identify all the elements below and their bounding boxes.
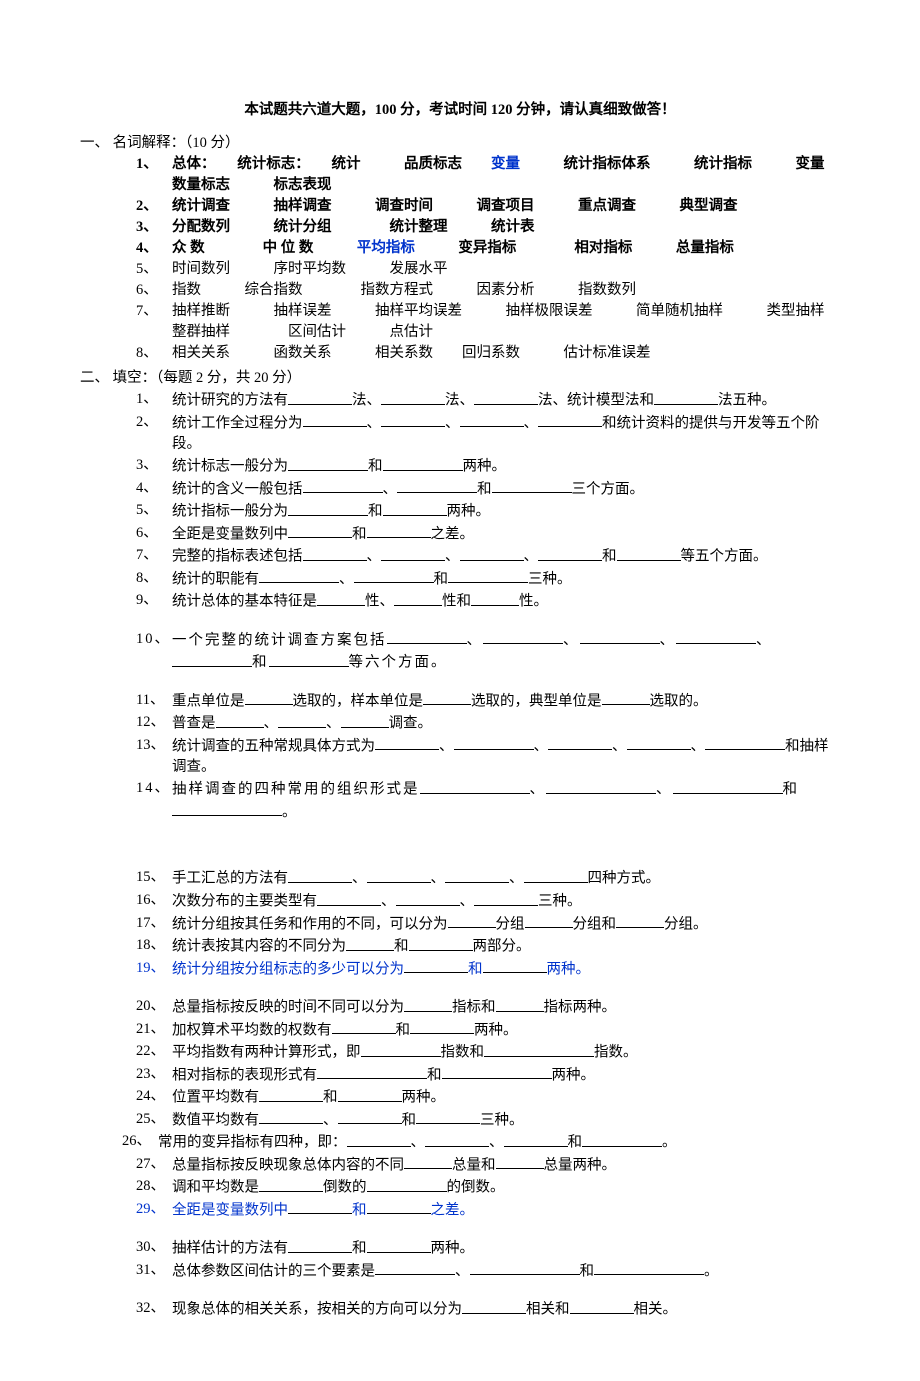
list-item: 22、平均指数有两种计算形式，即指数和指数。 [80, 1041, 840, 1064]
list-item: 31、总体参数区间估计的三个要素是、和。 [80, 1260, 840, 1283]
list-item: 15、手工汇总的方法有、、、四种方式。 [80, 867, 840, 890]
list-item: 24、位置平均数有和两种。 [80, 1086, 840, 1109]
list-item: 7、完整的指标表述包括、、、和等五个方面。 [80, 545, 840, 568]
term-bianliang: 变量 [491, 156, 520, 172]
list-item: 8、相关关系 函数关系 相关系数 回归系数 估计标准误差 [80, 343, 840, 364]
list-item: 5、时间数列 序时平均数 发展水平 [80, 259, 840, 280]
list-item: 12、普查是、、调查。 [80, 712, 840, 735]
list-item: 9、统计总体的基本特征是性、性和性。 [80, 590, 840, 613]
term-pingjun: 平均指标 [357, 240, 415, 256]
list-item: 1、统计研究的方法有法、法、法、统计模型法和法五种。 [80, 389, 840, 412]
list-item: 6、指数 综合指数 指数方程式 因素分析 指数数列 [80, 280, 840, 301]
list-item: 26、常用的变异指标有四种，即：、、和。 [80, 1131, 840, 1154]
list-item: 8、统计的职能有、和三种。 [80, 568, 840, 591]
list-item: 14、抽样调查的四种常用的组织形式是、、和。 [80, 778, 840, 823]
exam-title: 本试题共六道大题，100 分，考试时间 120 分钟，请认真细致做答！ [80, 100, 840, 121]
list-item: 3、统计标志一般分为和两种。 [80, 455, 840, 478]
list-item: 30、抽样估计的方法有和两种。 [80, 1237, 840, 1260]
list-item: 29、全距是变量数列中和之差。 [80, 1199, 840, 1222]
list-item: 21、加权算术平均数的权数有和两种。 [80, 1019, 840, 1042]
list-item: 5、统计指标一般分为和两种。 [80, 500, 840, 523]
list-item: 11、重点单位是选取的，样本单位是选取的，典型单位是选取的。 [80, 690, 840, 713]
list-item: 20、总量指标按反映的时间不同可以分为指标和指标两种。 [80, 996, 840, 1019]
list-item: 4、统计的含义一般包括、和三个方面。 [80, 478, 840, 501]
section-2-header: 二、 填空：（每题 2 分，共 20 分） [80, 368, 840, 389]
list-item: 25、数值平均数有、和三种。 [80, 1109, 840, 1132]
list-item: 13、统计调查的五种常规具体方式为、、、、和抽样调查。 [80, 735, 840, 779]
list-item: 2、统计工作全过程分为、、、和统计资料的提供与开发等五个阶段。 [80, 412, 840, 456]
list-item: 4、众 数 中 位 数 平均指标 变异指标 相对指标 总量指标 [80, 238, 840, 259]
list-item: 10、一个完整的统计调查方案包括、、、、和等六个方面。 [80, 629, 840, 674]
list-item: 18、统计表按其内容的不同分为和两部分。 [80, 935, 840, 958]
list-item: 3、分配数列 统计分组 统计整理 统计表 [80, 217, 840, 238]
list-item: 27、总量指标按反映现象总体内容的不同总量和总量两种。 [80, 1154, 840, 1177]
list-item: 6、全距是变量数列中和之差。 [80, 523, 840, 546]
list-item: 23、相对指标的表现形式有和两种。 [80, 1064, 840, 1087]
list-item: 17、统计分组按其任务和作用的不同，可以分为分组分组和分组。 [80, 913, 840, 936]
list-item: 28、调和平均数是倒数的的倒数。 [80, 1176, 840, 1199]
section-1-header: 一、 名词解释：（10 分） [80, 133, 840, 154]
list-item: 16、次数分布的主要类型有、、三种。 [80, 890, 840, 913]
list-item: 7、抽样推断 抽样误差 抽样平均误差 抽样极限误差 简单随机抽样 类型抽样 整群… [80, 301, 840, 343]
list-item: 1、总体： 统计标志： 统计 品质标志 变量 统计指标体系 统计指标 变量 数量… [80, 154, 840, 196]
list-item: 19、统计分组按分组标志的多少可以分为和两种。 [80, 958, 840, 981]
list-item: 2、统计调查 抽样调查 调查时间 调查项目 重点调查 典型调查 [80, 196, 840, 217]
